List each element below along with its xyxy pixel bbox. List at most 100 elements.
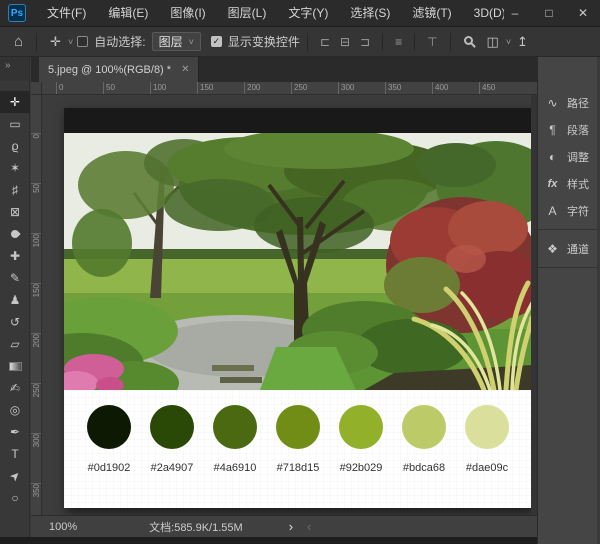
auto-select-value: 图层 [158, 35, 183, 49]
panel-divider [538, 267, 597, 268]
distribute-icon[interactable]: ≡ [390, 35, 407, 49]
close-button[interactable]: ✕ [566, 0, 600, 26]
healing-brush-tool-button[interactable]: ✚ [0, 245, 30, 267]
ruler-label: 250 [291, 82, 338, 94]
panel-button-styles[interactable]: fx 样式 [538, 170, 597, 197]
clone-stamp-tool-button[interactable]: ♟ [0, 289, 30, 311]
show-transform-checkbox[interactable]: ✓ [210, 36, 222, 47]
show-transform-label: 显示变换控件 [227, 35, 300, 49]
ruler-label: 300 [338, 82, 385, 94]
swatch-hex-label: #92b029 [339, 462, 383, 474]
dodge-tool-button[interactable]: ◎ [0, 399, 30, 421]
marquee-tool-button[interactable]: ▭ [0, 113, 30, 135]
swatch-circle [339, 405, 383, 449]
vertical-ruler: 050100150200250300350400 [31, 95, 42, 515]
eraser-tool-button[interactable]: ▱ [0, 333, 30, 355]
crop-tool-button[interactable]: ♯ [0, 179, 30, 201]
brush-tool-button[interactable]: ✎ [0, 267, 30, 289]
document-info: 文档:585.9K/1.55M [149, 521, 243, 534]
photoshop-window: Ps 文件(F) 编辑(E) 图像(I) 图层(L) 文字(Y) 选择(S) 滤… [0, 0, 600, 544]
status-popup-chevron-icon[interactable]: › [289, 519, 293, 534]
tab-close-icon[interactable]: ✕ [181, 64, 189, 75]
type-tool-button[interactable]: T [0, 443, 30, 465]
separator [414, 32, 416, 51]
swatch-circle [87, 405, 131, 449]
menu-item-edit[interactable]: 编辑(E) [97, 0, 159, 26]
magic-wand-tool-button[interactable]: ✶ [0, 157, 30, 179]
align-left-icon[interactable]: ⊏ [315, 35, 335, 49]
history-brush-tool-button[interactable]: ↺ [0, 311, 30, 333]
garden-photo [64, 133, 532, 390]
paths-icon: ∿ [547, 95, 558, 110]
ruler-label: 450 [479, 82, 526, 94]
panel-button-paragraph[interactable]: ¶ 段落 [538, 116, 597, 143]
ruler-label: 100 [150, 82, 197, 94]
ruler-label: 200 [31, 333, 41, 383]
adjustments-icon: ◐ [548, 149, 557, 164]
toolbox-collapse-icon[interactable]: » [0, 57, 29, 81]
menu-item-image[interactable]: 图像(I) [159, 0, 216, 26]
scroll-left-chevron-icon[interactable]: ‹ [307, 519, 311, 534]
swatch-circle [150, 405, 194, 449]
separator [36, 32, 38, 51]
menu-item-layer[interactable]: 图层(L) [217, 0, 278, 26]
open-document[interactable]: #0d1902 #2a4907 #4a6910 #718d15 #92b029 … [64, 108, 532, 508]
character-icon: A [548, 203, 557, 218]
menu-item-filter[interactable]: 滤镜(T) [401, 0, 462, 26]
window-bottom-edge [0, 537, 537, 544]
maximize-button[interactable]: □ [532, 0, 566, 26]
separator [382, 32, 384, 51]
color-swatch: #92b029 [330, 405, 393, 508]
document-dark-band [64, 108, 532, 133]
menu-item-type[interactable]: 文字(Y) [277, 0, 339, 26]
chevron-down-icon: ˅ [188, 36, 194, 47]
panel-divider [538, 229, 597, 230]
toolbox: » ✛ ▭ ϱ ✶ ♯ ⊠ ✚ ✎ ♟ ↺ ▱ ✍ ◎ ✒ T ➤ ○ [0, 57, 30, 544]
ellipse-tool-button[interactable]: ○ [0, 487, 30, 509]
ruler-label: 350 [31, 483, 41, 515]
panel-button-paths[interactable]: ∿ 路径 [538, 89, 597, 116]
swatch-hex-label: #bdca68 [402, 462, 446, 474]
document-tab[interactable]: 5.jpeg @ 100%(RGB/8) * ✕ [39, 57, 200, 82]
ruler-label: 400 [432, 82, 479, 94]
ruler-label: 50 [31, 183, 41, 233]
vertical-scrollbar[interactable] [531, 95, 537, 515]
chevron-down-icon[interactable]: ˅ [68, 37, 73, 47]
align-center-icon[interactable]: ⊟ [335, 35, 355, 49]
panel-button-adjustments[interactable]: ◐ 调整 [538, 143, 597, 170]
canvas-area[interactable]: 0 50 100 150 200 250 300 350 400 450 0 50 100 150 200… [31, 82, 537, 515]
menu-bar: 文件(F) 编辑(E) 图像(I) 图层(L) 文字(Y) 选择(S) 滤镜(T… [36, 0, 504, 26]
swatch-hex-label: #0d1902 [87, 462, 131, 474]
move-tool-button[interactable]: ✛ [0, 91, 30, 113]
color-swatch: #dae09c [456, 405, 519, 508]
color-palette-strip: #0d1902 #2a4907 #4a6910 #718d15 #92b029 … [64, 390, 532, 508]
auto-select-label: 自动选择: [94, 35, 146, 49]
auto-select-dropdown[interactable]: 图层 ˅ [151, 32, 201, 51]
separator [306, 32, 308, 51]
gradient-tool-button[interactable] [0, 355, 30, 377]
align-to-icon[interactable]: ⊤ [422, 35, 442, 49]
ruler-label: 200 [244, 82, 291, 94]
menu-item-select[interactable]: 选择(S) [339, 0, 401, 26]
frame-tool-button[interactable]: ⊠ [0, 201, 30, 223]
menu-item-file[interactable]: 文件(F) [36, 0, 97, 26]
move-tool-icon[interactable]: ✛ [44, 34, 67, 50]
minimize-button[interactable]: – [498, 0, 532, 26]
share-icon[interactable]: ↥ [511, 34, 534, 50]
lasso-tool-button[interactable]: ϱ [0, 135, 30, 157]
auto-select-checkbox[interactable] [77, 36, 89, 47]
eyedropper-tool-button[interactable] [0, 223, 30, 245]
smudge-tool-button[interactable]: ✍ [0, 377, 30, 399]
search-icon[interactable] [463, 36, 473, 45]
tool-list: ✛ ▭ ϱ ✶ ♯ ⊠ ✚ ✎ ♟ ↺ ▱ ✍ ◎ ✒ T ➤ ○ [0, 91, 30, 509]
path-selection-tool-button[interactable]: ➤ [0, 465, 30, 487]
panel-button-channels[interactable]: ❖ 通道 [538, 235, 597, 262]
zoom-level-field[interactable]: 100% [49, 521, 77, 533]
color-swatch: #2a4907 [141, 405, 204, 508]
eyedropper-icon [9, 228, 21, 240]
panel-button-character[interactable]: A 字符 [538, 197, 597, 224]
pen-tool-button[interactable]: ✒ [0, 421, 30, 443]
home-icon[interactable]: ⌂ [8, 33, 29, 50]
workspace-icon[interactable]: ◫ [481, 34, 505, 50]
align-right-icon[interactable]: ⊐ [355, 35, 375, 49]
